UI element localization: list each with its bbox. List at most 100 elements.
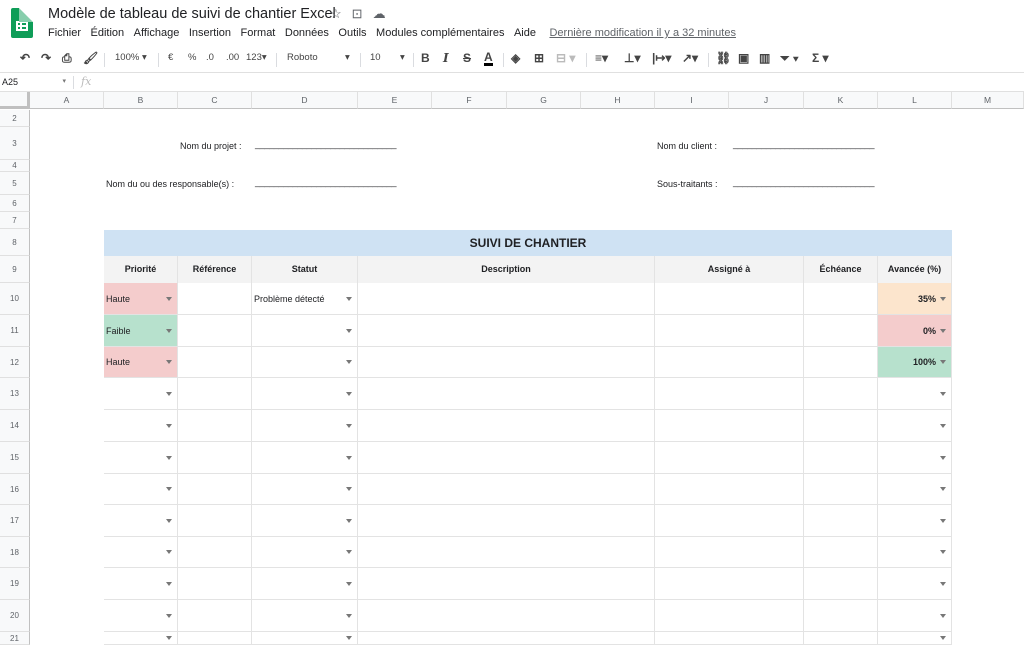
row-header[interactable]: 14 [0, 410, 30, 442]
due-date-cell[interactable] [804, 442, 878, 474]
status-cell[interactable] [252, 632, 358, 645]
text-color-button[interactable]: A [484, 51, 493, 66]
dropdown-arrow-icon[interactable] [346, 613, 352, 618]
menu-item-1[interactable]: Édition [91, 27, 125, 39]
strikethrough-button[interactable]: S [463, 51, 471, 65]
dropdown-arrow-icon[interactable] [346, 391, 352, 396]
row-header[interactable]: 19 [0, 568, 30, 600]
dropdown-arrow-icon[interactable] [940, 487, 946, 491]
priority-cell[interactable] [104, 410, 178, 442]
priority-cell[interactable] [104, 632, 178, 645]
row-header[interactable]: 10 [0, 283, 30, 315]
column-header[interactable]: B [104, 92, 178, 109]
description-cell[interactable] [358, 600, 655, 632]
row-header[interactable]: 4 [0, 160, 30, 172]
undo-icon[interactable]: ↶ [20, 51, 30, 65]
dropdown-arrow-icon[interactable] [940, 518, 946, 523]
reference-cell[interactable] [178, 505, 252, 537]
dropdown-arrow-icon[interactable] [940, 550, 946, 554]
column-header[interactable]: C [178, 92, 252, 109]
due-date-cell[interactable] [804, 600, 878, 632]
priority-cell[interactable] [104, 474, 178, 505]
dropdown-arrow-icon[interactable] [166, 613, 172, 618]
dropdown-arrow-icon[interactable] [940, 296, 946, 301]
description-cell[interactable] [358, 568, 655, 600]
status-cell[interactable] [252, 600, 358, 632]
dropdown-arrow-icon[interactable] [346, 550, 352, 554]
reference-cell[interactable] [178, 632, 252, 645]
reference-cell[interactable] [178, 474, 252, 505]
column-header[interactable]: H [581, 92, 655, 109]
row-header[interactable]: 13 [0, 378, 30, 410]
assignee-cell[interactable] [655, 315, 804, 347]
description-cell[interactable] [358, 442, 655, 474]
project-name-line[interactable]: ______________________________ [255, 139, 396, 149]
reference-cell[interactable] [178, 378, 252, 410]
row-header[interactable]: 12 [0, 347, 30, 378]
description-cell[interactable] [358, 283, 655, 315]
insert-chart-icon[interactable]: ▥ [759, 51, 770, 65]
column-header[interactable]: F [432, 92, 507, 109]
reference-cell[interactable] [178, 568, 252, 600]
dropdown-arrow-icon[interactable] [166, 391, 172, 396]
vertical-align-icon[interactable]: ⊥▾ [624, 51, 640, 65]
more-formats-button[interactable]: 123▾ [246, 52, 267, 63]
row-header[interactable]: 9 [0, 256, 30, 283]
row-header[interactable]: 2 [0, 110, 30, 127]
assignee-cell[interactable] [655, 442, 804, 474]
due-date-cell[interactable] [804, 410, 878, 442]
dropdown-arrow-icon[interactable] [940, 613, 946, 618]
due-date-cell[interactable] [804, 537, 878, 568]
row-header[interactable]: 15 [0, 442, 30, 474]
progress-cell[interactable] [878, 474, 952, 505]
priority-cell[interactable] [104, 442, 178, 474]
dropdown-arrow-icon[interactable] [166, 550, 172, 554]
priority-cell[interactable]: Faible [104, 315, 178, 347]
percent-button[interactable]: % [188, 52, 196, 63]
assignee-cell[interactable] [655, 537, 804, 568]
column-header[interactable]: J [729, 92, 804, 109]
reference-cell[interactable] [178, 410, 252, 442]
dropdown-arrow-icon[interactable] [346, 518, 352, 523]
redo-icon[interactable]: ↷ [41, 51, 51, 65]
status-cell[interactable]: Problème détecté [252, 283, 358, 315]
progress-cell[interactable] [878, 537, 952, 568]
menu-item-6[interactable]: Outils [338, 27, 366, 39]
due-date-cell[interactable] [804, 347, 878, 378]
reference-cell[interactable] [178, 347, 252, 378]
client-name-line[interactable]: ______________________________ [733, 139, 874, 149]
assignee-cell[interactable] [655, 410, 804, 442]
dropdown-arrow-icon[interactable] [346, 636, 352, 640]
document-title[interactable]: Modèle de tableau de suivi de chantier E… [48, 6, 336, 22]
priority-cell[interactable] [104, 600, 178, 632]
dropdown-arrow-icon[interactable] [940, 636, 946, 640]
dropdown-arrow-icon[interactable] [166, 581, 172, 586]
menu-item-2[interactable]: Affichage [134, 27, 180, 39]
row-header[interactable]: 8 [0, 229, 30, 256]
dropdown-arrow-icon[interactable] [346, 296, 352, 301]
dropdown-arrow-icon[interactable] [940, 581, 946, 586]
merge-cells-icon[interactable]: ⊟ ▾ [556, 51, 575, 65]
reference-cell[interactable] [178, 283, 252, 315]
insert-comment-icon[interactable]: ▣ [738, 51, 749, 65]
assignee-cell[interactable] [655, 600, 804, 632]
column-header[interactable]: M [952, 92, 1024, 109]
dropdown-arrow-icon[interactable] [346, 360, 352, 364]
name-box[interactable]: A25 ▾ [2, 77, 68, 87]
row-header[interactable]: 16 [0, 474, 30, 505]
reference-cell[interactable] [178, 537, 252, 568]
column-header[interactable]: K [804, 92, 878, 109]
assignee-cell[interactable] [655, 474, 804, 505]
dropdown-arrow-icon[interactable] [346, 581, 352, 586]
row-header[interactable]: 7 [0, 212, 30, 229]
dropdown-arrow-icon[interactable] [166, 423, 172, 428]
menu-item-8[interactable]: Aide [514, 27, 536, 39]
dropdown-arrow-icon[interactable] [346, 423, 352, 428]
currency-button[interactable]: € [168, 52, 173, 63]
dropdown-arrow-icon[interactable] [940, 360, 946, 364]
filter-icon[interactable]: ⏷ ▾ [780, 51, 799, 66]
priority-cell[interactable] [104, 537, 178, 568]
status-cell[interactable] [252, 537, 358, 568]
dropdown-arrow-icon[interactable] [940, 328, 946, 333]
functions-button[interactable]: Σ ▾ [812, 51, 829, 65]
